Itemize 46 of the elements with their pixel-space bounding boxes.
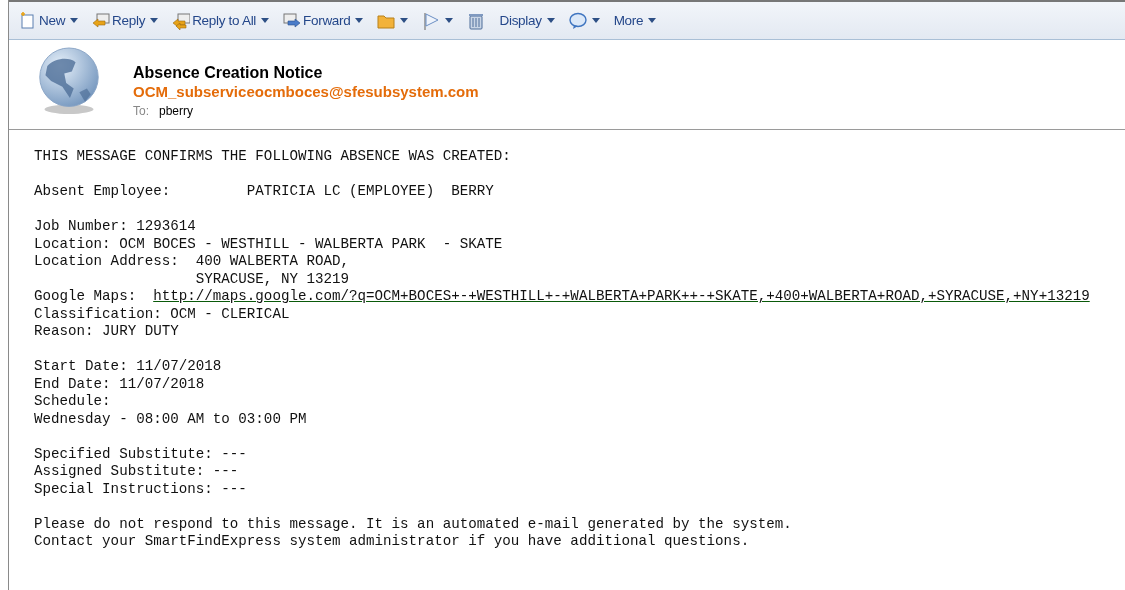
body-text-line: Schedule: (34, 393, 112, 411)
body-text-line: Special Instructions: --- (34, 480, 248, 498)
body-text-line: Job Number: 1293614 (34, 218, 197, 236)
toolbar-button[interactable]: New (17, 11, 81, 30)
caret-icon (591, 18, 600, 23)
caret-icon (400, 18, 409, 23)
toolbar-button[interactable]: Display (497, 13, 557, 28)
body-text-line: Location Address: 400 WALBERTA ROAD, (34, 253, 350, 271)
caret-icon (150, 18, 159, 23)
forward-envelope-icon (283, 11, 302, 30)
message-subject: Absence Creation Notice (133, 64, 324, 82)
caret-icon (355, 18, 364, 23)
body-text-line: Location: OCM BOCES - WESTHILL - WALBERTA PARK - SKATE (34, 235, 504, 253)
body-text-line: Wednesday - 08:00 AM to 03:00 PM (34, 410, 308, 428)
chat-bubble-icon (568, 11, 587, 30)
trash-icon (467, 11, 486, 30)
body-text-line: End Date: 11/07/2018 (34, 375, 206, 393)
body-text-line: Assigned Substitute: --- (34, 463, 240, 481)
recipient-name: pberry (159, 104, 194, 118)
caret-icon (445, 18, 454, 23)
reply-all-envelope-icon (172, 11, 191, 30)
caret-icon (70, 18, 79, 23)
body-text-label: Google Maps: (34, 288, 137, 306)
caret-icon (261, 18, 270, 23)
new-document-icon (19, 11, 37, 30)
body-text-line: Classification: OCM - CLERICAL (34, 305, 291, 323)
body-text-line: Specified Substitute: --- (34, 445, 248, 463)
maps-link[interactable]: http://maps.google.com/?q=OCM+BOCES+-+WESTHILL+-+WALBERTA+PARK++-+SKATE,+400+WALBERTA+ROAD,+SYRACUSE,+NY+13219 (153, 288, 1090, 306)
toolbar-button[interactable]: Reply (90, 11, 161, 30)
reply-envelope-icon (92, 11, 111, 30)
body-text-line: Start Date: 11/07/2018 (34, 358, 223, 376)
body-text-line: SYRACUSE, NY 13219 (194, 270, 350, 288)
body-text-line: Absent Employee: PATRICIA LC (EMPLOYEE) BERRY (34, 183, 495, 201)
flag-icon (422, 11, 441, 30)
body-text-line: Reason: JURY DUTY (34, 323, 180, 341)
toolbar-button[interactable]: Reply to All (170, 11, 272, 30)
caret-icon (546, 18, 555, 23)
toolbar-button[interactable]: Forward (281, 11, 366, 30)
toolbar-button[interactable]: More (611, 13, 659, 28)
body-text-line: THIS MESSAGE CONFIRMS THE FOLLOWING ABSENCE WAS CREATED: (34, 148, 512, 166)
caret-icon (648, 18, 657, 23)
globe-icon (36, 46, 102, 116)
chat-bubble-button[interactable] (566, 11, 602, 30)
body-text-line: Contact your SmartFindExpress system administrator if you have additional questions. (34, 533, 751, 551)
body-text-line: Please do not respond to this message. It is an automated e-mail generated by the system. (34, 515, 793, 533)
to-label: To: (133, 104, 149, 118)
